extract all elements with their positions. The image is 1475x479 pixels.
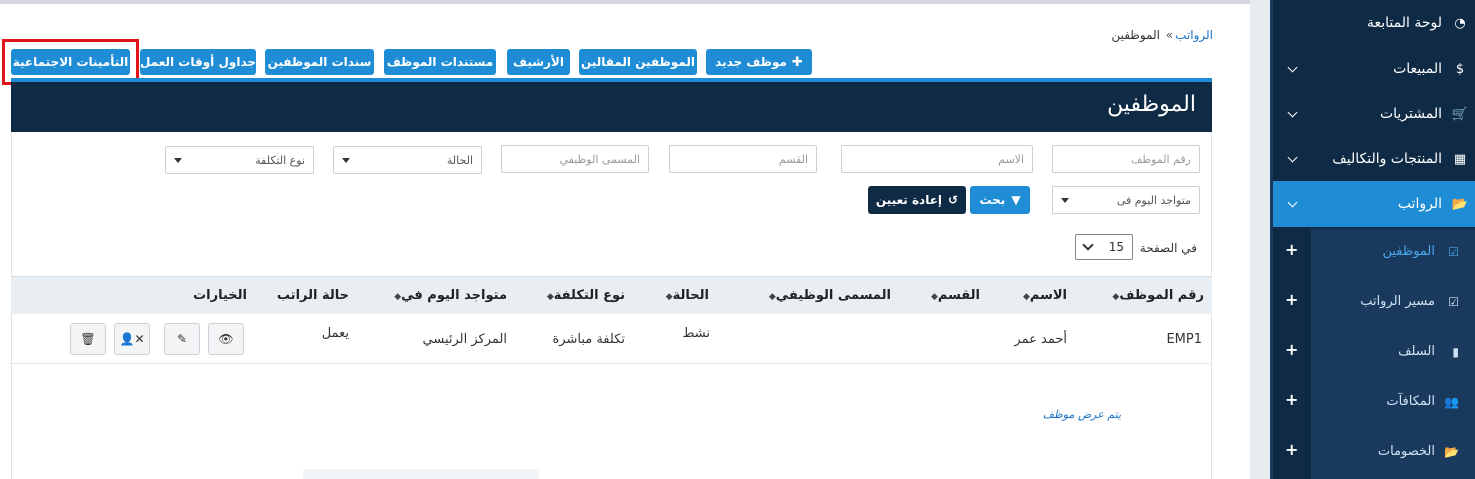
employee-documents-button[interactable]: مستندات الموظف: [384, 49, 496, 75]
card-header: الموظفين: [11, 82, 1212, 132]
plus-icon: ✚: [791, 54, 803, 70]
pagination-area: [303, 469, 539, 479]
employee-code-input[interactable]: [1052, 145, 1200, 173]
th-present-today[interactable]: متواجد اليوم في◆: [391, 288, 507, 303]
folder-open-icon: 📂: [1444, 445, 1459, 459]
calendar-check-icon: ☑: [1448, 295, 1459, 309]
dashboard-icon: ◔: [1454, 15, 1466, 31]
edit-icon: ✎: [176, 332, 188, 346]
delete-button[interactable]: 🗑: [70, 323, 106, 355]
per-page-select[interactable]: 15: [1075, 234, 1133, 260]
breadcrumb-parent[interactable]: الرواتب: [1175, 28, 1213, 42]
cell-code: EMP1: [1166, 332, 1202, 347]
sort-icon: ◆: [930, 292, 938, 302]
cost-type-select[interactable]: نوع التكلفة: [165, 146, 314, 174]
sidebar-item-payroll[interactable]: 📂 الرواتب: [1273, 181, 1475, 227]
filter-icon: ▼: [1011, 193, 1021, 207]
cell-status: نشط: [682, 326, 710, 341]
employee-bonds-button[interactable]: سندات الموظفين: [265, 49, 374, 75]
calendar-check-icon: ☑: [1448, 245, 1459, 259]
caret-down-icon: [342, 157, 350, 163]
th-status[interactable]: الحالة◆: [663, 288, 709, 303]
table-header: رقم الموظف◆ الاسم◆ القسم◆ المسمى الوظيفي…: [11, 276, 1212, 314]
breadcrumb-current: الموظفين: [1111, 28, 1160, 42]
new-employee-button[interactable]: ✚ موظف جديد: [706, 49, 812, 75]
plus-icon: +: [1285, 290, 1299, 309]
reset-button[interactable]: ↺ إعادة تعيين: [868, 186, 966, 214]
th-options: الخيارات: [193, 288, 247, 303]
per-page-label: في الصفحة: [1139, 241, 1197, 255]
caret-down-icon: [1061, 197, 1069, 203]
plus-icon: +: [1285, 240, 1299, 259]
sidebar-subitem-deductions[interactable]: + 📂 الخصومات: [1273, 429, 1475, 479]
breadcrumb-separator: »: [1165, 28, 1174, 42]
caret-down-icon: [174, 157, 182, 163]
work-schedules-button[interactable]: جداول أوقات العمل: [140, 49, 256, 75]
sidebar-item-dashboard[interactable]: ◔ لوحة المتابعة: [1273, 0, 1475, 46]
th-job-title[interactable]: المسمى الوظيفي◆: [766, 288, 891, 303]
breadcrumb: الرواتب» الموظفين: [1111, 28, 1213, 42]
cell-salary-status: يعمل: [321, 326, 349, 341]
folder-open-icon: 📂: [1451, 196, 1468, 212]
department-input[interactable]: [669, 145, 817, 173]
cart-icon: 🛒: [1451, 106, 1468, 122]
archive-button[interactable]: الأرشيف: [507, 49, 570, 75]
sort-icon: ◆: [665, 292, 673, 302]
plus-icon: +: [1285, 340, 1299, 359]
th-salary-status: حالة الراتب: [276, 288, 349, 303]
cell-present-today: المركز الرئيسي: [422, 332, 507, 347]
sidebar-subitem-employees[interactable]: + ☑ الموظفين: [1273, 229, 1475, 279]
th-department[interactable]: القسم◆: [928, 288, 980, 303]
book-icon: ▮: [1452, 345, 1459, 359]
sidebar-subitem-advances[interactable]: + ▮ السلف: [1273, 329, 1475, 379]
chevron-down-icon: [1082, 239, 1094, 251]
th-name[interactable]: الاسم◆: [1020, 288, 1067, 303]
th-code[interactable]: رقم الموظف◆: [1109, 288, 1204, 303]
chevron-down-icon: [1287, 197, 1298, 208]
status-select[interactable]: الحالة: [333, 146, 482, 174]
eye-icon: 👁: [218, 332, 234, 346]
sidebar-item-purchases[interactable]: 🛒 المشتريات: [1273, 91, 1475, 137]
present-today-select[interactable]: متواجد اليوم فى: [1052, 186, 1200, 214]
scroll-gutter: [1250, 0, 1270, 479]
chevron-down-icon: [1287, 107, 1298, 118]
contract-employees-button[interactable]: الموظفين المقالين: [579, 49, 697, 75]
plus-icon: +: [1285, 390, 1299, 409]
undo-icon: ↺: [948, 193, 959, 207]
sidebar-item-products[interactable]: ▦ المنتجات والتكاليف: [1273, 136, 1475, 182]
th-cost-type[interactable]: نوع التكلفة◆: [544, 288, 625, 303]
records-footnote: يتم عرض موظف: [1042, 408, 1121, 421]
chevron-down-icon: [1287, 152, 1298, 163]
dismiss-button[interactable]: 👤✕: [114, 323, 150, 355]
sidebar-item-sales[interactable]: $ المبيعات: [1273, 46, 1475, 92]
cell-name: أحمد عمر: [1014, 332, 1067, 347]
trash-icon: 🗑: [80, 332, 96, 346]
cell-cost-type: تكلفة مباشرة: [552, 332, 625, 347]
sort-icon: ◆: [768, 292, 776, 302]
page-title: الموظفين: [1107, 92, 1196, 117]
edit-button[interactable]: ✎: [164, 323, 200, 355]
chevron-down-icon: [1287, 62, 1298, 73]
sidebar-subitem-bonuses[interactable]: + 👥 المكافآت: [1273, 379, 1475, 429]
plus-icon: +: [1285, 440, 1299, 459]
sort-icon: ◆: [1022, 292, 1030, 302]
users-icon: 👥: [1444, 395, 1459, 409]
sort-icon: ◆: [546, 292, 554, 302]
name-input[interactable]: [841, 145, 1033, 173]
grid-icon: ▦: [1453, 151, 1467, 167]
search-button[interactable]: ▼ بحث: [970, 186, 1030, 214]
dollar-icon: $: [1455, 61, 1465, 77]
job-title-input[interactable]: [501, 145, 649, 173]
view-button[interactable]: 👁: [208, 323, 244, 355]
user-times-icon: 👤✕: [119, 332, 145, 346]
sidebar-subitem-payroll-run[interactable]: + ☑ مسير الرواتب: [1273, 279, 1475, 329]
